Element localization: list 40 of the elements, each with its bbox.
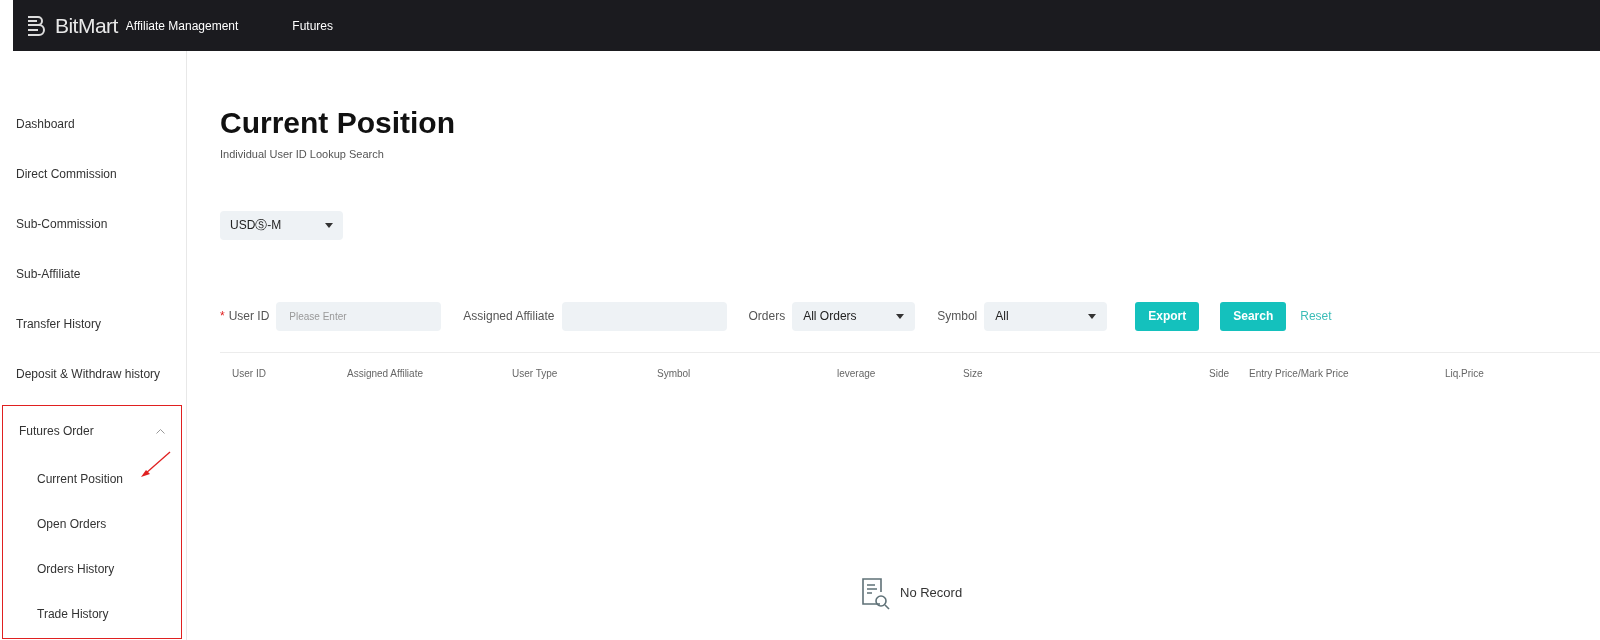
brand-name: BitMart	[55, 12, 118, 39]
sidebar-subitem[interactable]: Open Orders	[3, 501, 181, 546]
filter-label: Orders	[748, 308, 786, 325]
column-header: User Type	[512, 366, 559, 381]
page-subtitle: Individual User ID Lookup Search	[220, 147, 385, 162]
sidebar-item[interactable]: Dashboard	[0, 99, 186, 149]
caret-icon	[1088, 313, 1097, 319]
page-title: Current Position	[220, 105, 456, 141]
text-field[interactable]: Please Enter	[276, 301, 442, 331]
required-mark: *	[220, 308, 225, 325]
sidebar-subitem[interactable]: Orders History	[3, 546, 181, 591]
column-header: Assigned Affiliate	[347, 366, 424, 381]
filter-label: User ID	[228, 308, 270, 325]
caret-icon	[325, 222, 333, 228]
logo-icon	[25, 14, 47, 37]
filter-label: Assigned Affiliate	[463, 308, 555, 325]
column-header: Liq.Price	[1445, 366, 1485, 381]
column-header: Side	[1208, 366, 1230, 381]
sidebar-item[interactable]: Transfer History	[0, 299, 186, 349]
sidebar-item[interactable]: Sub-Affiliate	[0, 249, 186, 299]
caret-icon	[896, 313, 905, 319]
product-name: Affiliate Management	[125, 17, 239, 35]
document-search-icon	[860, 576, 890, 610]
filter-label: Symbol	[937, 308, 978, 325]
sidebar-item[interactable]: Direct Commission	[0, 149, 186, 199]
sidebar-item[interactable]: Sub-Commission	[0, 199, 186, 249]
market-dropdown[interactable]: USDⓈ-M	[220, 210, 343, 240]
sidebar-subitem[interactable]: Trade History	[3, 591, 181, 636]
column-header: Entry Price/Mark Price	[1248, 366, 1350, 381]
sidebar-item[interactable]: Deposit & Withdraw history	[0, 349, 186, 399]
column-header: leverage	[837, 366, 877, 381]
select-dropdown[interactable]: All	[984, 301, 1108, 331]
sidebar-item[interactable]: Futures Order	[3, 406, 181, 456]
empty-message: No Record	[900, 584, 963, 603]
column-header: User ID	[232, 366, 267, 381]
column-header: Symbol	[657, 366, 692, 381]
nav-link[interactable]: Futures	[292, 16, 334, 35]
column-header: Size	[963, 366, 984, 381]
sidebar-subitem[interactable]: Current Position	[3, 456, 181, 501]
select-dropdown[interactable]: All Orders	[792, 301, 916, 331]
